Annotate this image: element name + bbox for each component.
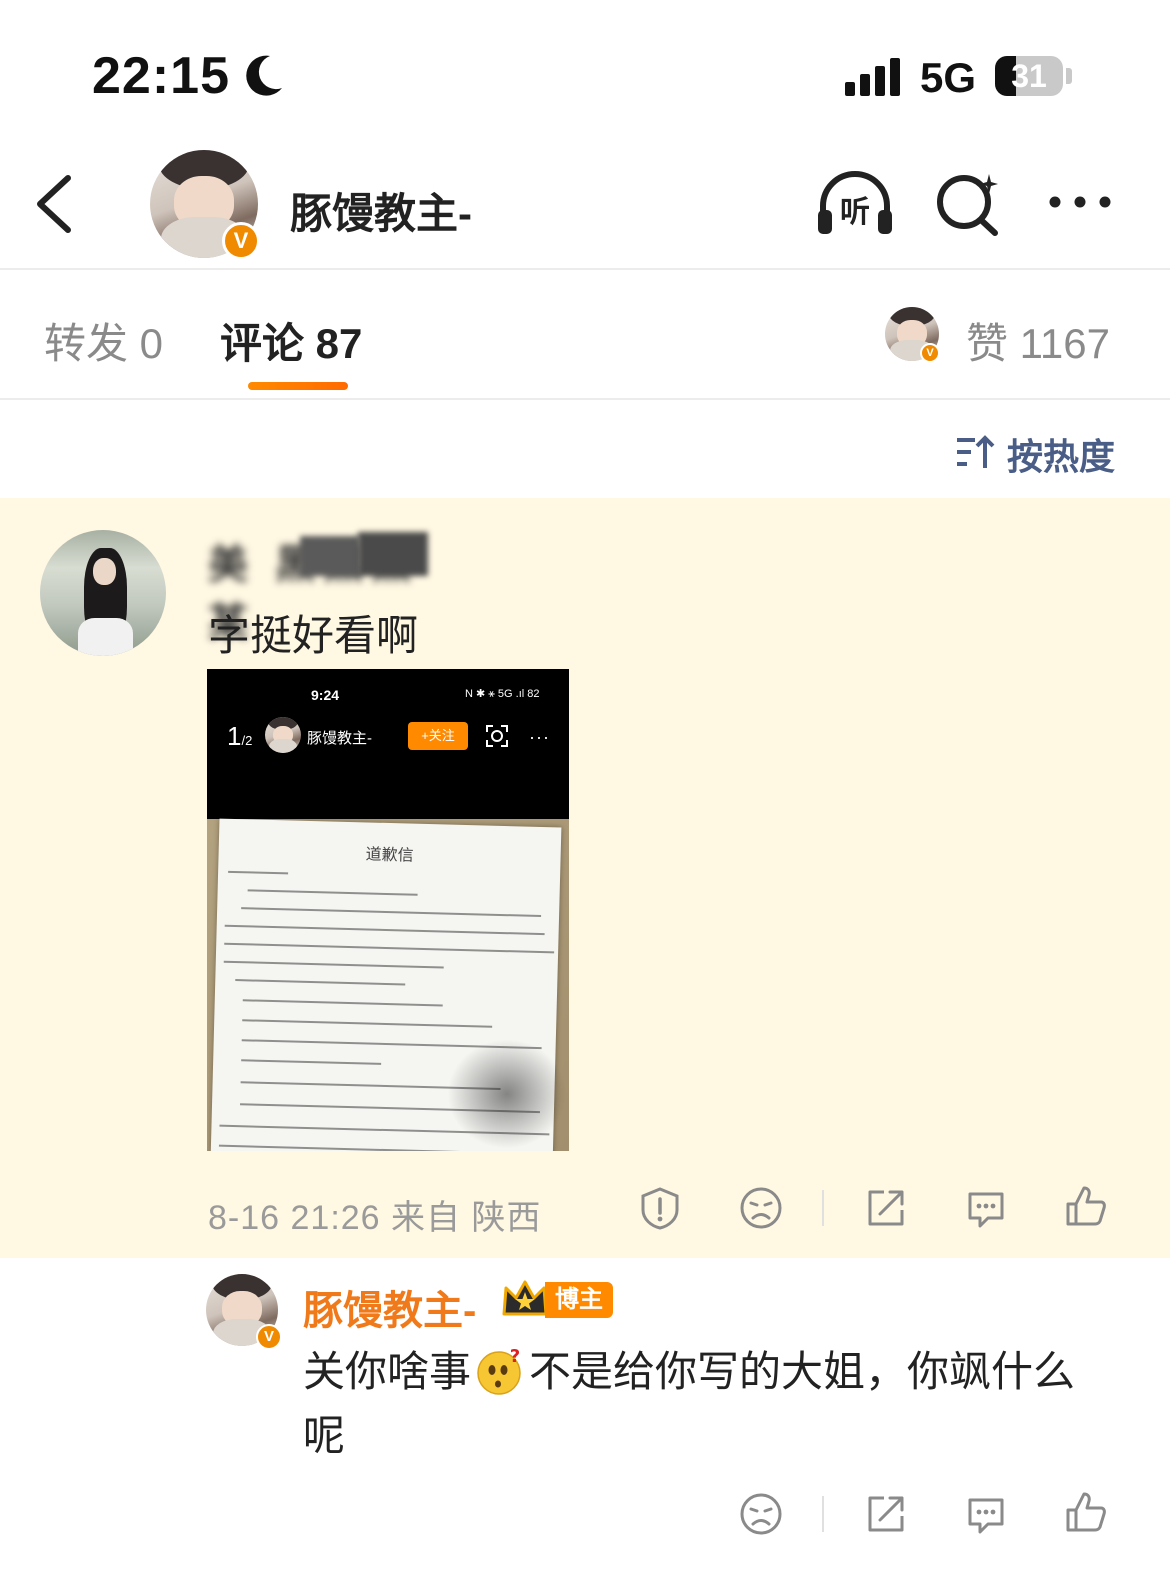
battery-tip [1066, 68, 1072, 84]
reply-comment-icon[interactable] [964, 1186, 1008, 1230]
svg-text:听: 听 [840, 195, 870, 230]
sort-label: 按热度 [1007, 436, 1116, 477]
network-type: 5G [920, 54, 977, 101]
verified-badge-icon: V [222, 222, 260, 260]
share-icon[interactable] [864, 1186, 908, 1230]
like-thumb-icon[interactable] [1064, 1184, 1108, 1228]
commenter-avatar[interactable] [40, 530, 166, 656]
author-badge: 博主 [545, 1282, 613, 1318]
image-scan-icon [486, 725, 508, 747]
comment-card [0, 498, 1170, 1258]
tabs-divider [0, 398, 1170, 400]
battery-icon: 31 [995, 56, 1063, 96]
header-title[interactable]: 豚馒教主- [290, 180, 472, 241]
cellular-signal-icon [845, 56, 905, 96]
more-options-icon[interactable] [1045, 190, 1115, 214]
sort-icon [957, 435, 995, 468]
image-follow-button: +关注 [408, 722, 468, 750]
search-icon[interactable] [935, 170, 1001, 236]
back-arrow-icon[interactable] [30, 172, 80, 236]
battery-level: 31 [1011, 58, 1047, 94]
active-tab-indicator [248, 382, 348, 390]
reply-text: 关你啥事 ? 不是给你写的大姐，你飒什么呢 [303, 1346, 1076, 1459]
actions-separator [822, 1190, 824, 1226]
reply-actions-separator [822, 1496, 824, 1532]
image-status-icons: N ✱ ⚹ 5G .ıl 82 [465, 688, 540, 700]
letter-shadow [447, 1039, 567, 1149]
dislike-face-icon[interactable] [739, 1186, 783, 1230]
tab-repost[interactable]: 转发 0 [44, 310, 163, 371]
status-time: 22:15 [92, 47, 230, 105]
reply-verified-badge-icon: V [256, 1324, 282, 1350]
image-more-icon: ··· [529, 727, 550, 747]
image-status-time: 9:24 [311, 687, 340, 703]
likes-verified-badge-icon: V [920, 343, 940, 363]
image-username: 豚馒教主- [307, 730, 372, 747]
letter-title: 道歉信 [365, 844, 414, 865]
commenter-username[interactable]: 美 黑黑黑某 [208, 532, 458, 645]
comment-meta: 8-16 21:26 来自 陕西 [208, 1199, 542, 1237]
header-divider [0, 268, 1170, 270]
image-page-indicator: 1/2 [227, 721, 253, 751]
report-icon[interactable] [638, 1186, 682, 1230]
tab-comment[interactable]: 评论 87 [220, 310, 362, 371]
reply-dislike-face-icon[interactable] [739, 1492, 783, 1536]
reply-comment-icon-2[interactable] [964, 1492, 1008, 1536]
comment-text: 字挺好看啊 [208, 612, 419, 659]
comment-image[interactable]: 9:24 N ✱ ⚹ 5G .ıl 82 1/2 豚馒教主- +关注 ··· 道… [207, 669, 569, 1151]
tab-likes[interactable]: 赞 1167 [966, 310, 1110, 371]
thinking-emoji-icon: ? [477, 1346, 521, 1395]
crown-icon [502, 1280, 548, 1316]
svg-text:?: ? [510, 1346, 520, 1367]
listen-headphones-icon[interactable]: 听 [815, 170, 895, 236]
do-not-disturb-moon-icon [246, 55, 282, 96]
reply-like-thumb-icon[interactable] [1064, 1490, 1108, 1534]
reply-share-icon[interactable] [864, 1492, 908, 1536]
image-avatar [265, 717, 301, 753]
sort-toggle[interactable]: 按热度 [955, 428, 1125, 477]
reply-username[interactable]: 豚馒教主- [303, 1278, 476, 1336]
